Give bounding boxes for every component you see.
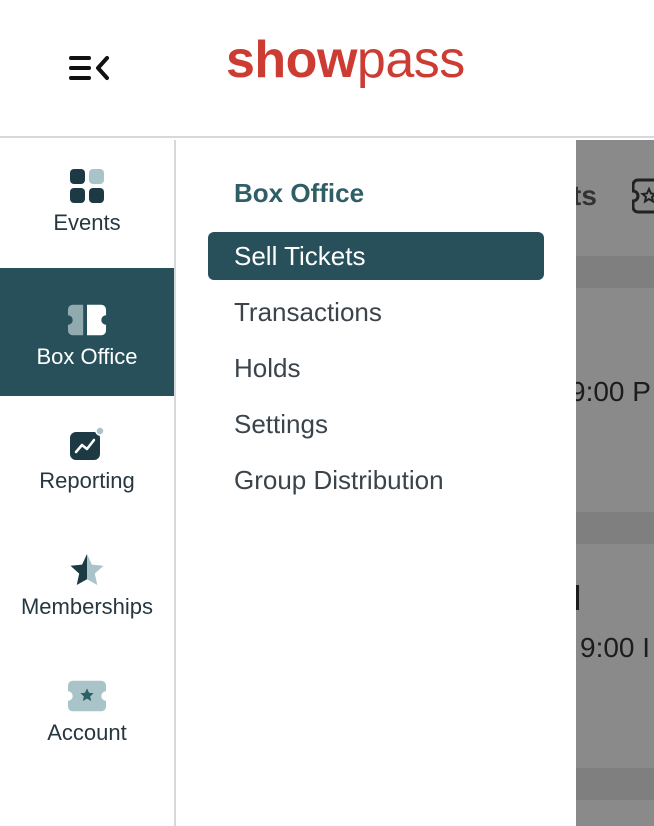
nav-item-label: Box Office [36,344,138,369]
nav-item-events[interactable]: Events [0,166,174,270]
nav-item-box-office[interactable]: Box Office [0,268,174,396]
background-event-title-fragment: l [576,580,582,618]
background-event-time: 9:00 P [576,376,651,407]
dimmed-overlay[interactable]: ts 9:00 P l 9:00 I [576,140,654,826]
star-icon [67,550,107,590]
submenu-item-transactions[interactable]: Transactions [208,288,544,336]
submenu-item-sell-tickets[interactable]: Sell Tickets [208,232,544,280]
menu-collapse-icon [69,56,109,80]
nav-item-reporting[interactable]: Reporting [0,424,174,504]
ticket-icon [67,300,107,340]
primary-nav-rail: Events Box Office Reporting Memberships … [0,140,176,826]
logo-light-text: pass [356,31,465,89]
logo-bold-text: show [226,31,357,89]
background-event-time: 9:00 I [580,632,651,663]
submenu-item-settings[interactable]: Settings [208,400,544,448]
showpass-logo[interactable]: showpass [226,34,465,86]
background-heading-fragment: ts [576,180,597,211]
nav-item-label: Memberships [20,594,154,619]
app-header: showpass [0,0,654,138]
submenu-title: Box Office [234,178,365,208]
nav-item-label: Account [47,720,127,745]
account-ticket-icon [67,676,107,716]
background-section-divider [576,512,654,544]
background-section-divider [576,256,654,288]
submenu-item-holds[interactable]: Holds [208,344,544,392]
nav-item-memberships[interactable]: Memberships [0,550,174,630]
nav-item-account[interactable]: Account [0,676,174,756]
grid-icon [67,166,107,206]
nav-item-label: Events [53,210,121,235]
chart-icon [67,424,107,464]
submenu-item-group-distribution[interactable]: Group Distribution [208,456,544,504]
background-section-divider [576,768,654,800]
collapse-menu-button[interactable] [58,46,118,90]
box-office-submenu: Box Office Sell Tickets Transactions Hol… [176,140,576,826]
nav-item-label: Reporting [39,468,135,493]
background-ticket-icon [631,178,654,219]
